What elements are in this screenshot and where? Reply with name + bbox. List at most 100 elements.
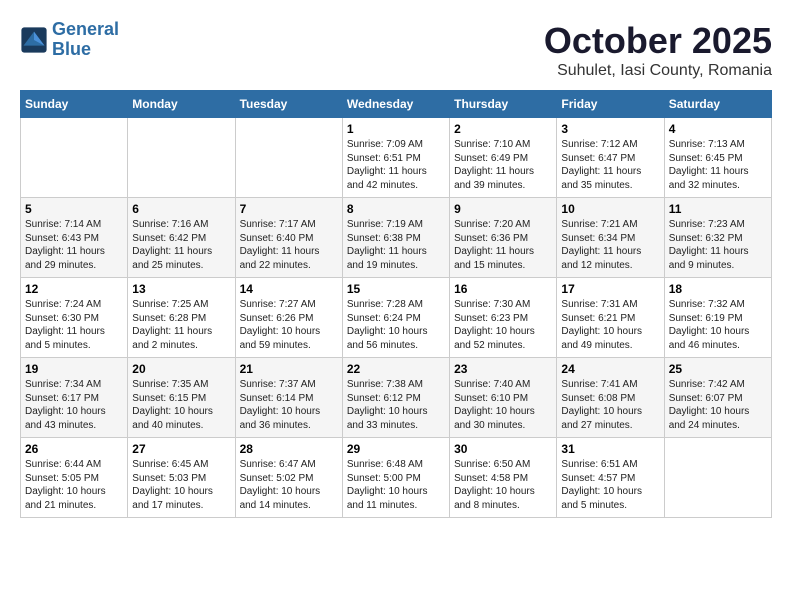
- day-content: Sunrise: 7:24 AM Sunset: 6:30 PM Dayligh…: [25, 298, 123, 352]
- day-number: 11: [669, 202, 767, 216]
- day-content: Sunrise: 7:41 AM Sunset: 6:08 PM Dayligh…: [561, 378, 659, 432]
- day-number: 9: [454, 202, 552, 216]
- day-content: Sunrise: 7:27 AM Sunset: 6:26 PM Dayligh…: [240, 298, 338, 352]
- day-cell-8: 8Sunrise: 7:19 AM Sunset: 6:38 PM Daylig…: [342, 198, 449, 278]
- day-cell-9: 9 Sunrise: 7:20 AM Sunset: 6:36 PM Daylig…: [450, 198, 557, 278]
- day-content: Sunrise: 6:51 AM Sunset: 4:57 PM Dayligh…: [561, 458, 659, 512]
- day-number: 30: [454, 442, 552, 456]
- day-cell-29: 29 Sunrise: 6:48 AM Sunset: 5:00 PM Dayli…: [342, 438, 449, 518]
- day-content: Sunrise: 7:19 AM Sunset: 6:38 PM Dayligh…: [347, 218, 445, 272]
- day-number: 19: [25, 362, 123, 376]
- day-number: 1: [347, 122, 445, 136]
- week-row-1: 1Sunrise: 7:09 AM Sunset: 6:51 PM Daylig…: [21, 118, 772, 198]
- day-content: Sunrise: 7:16 AM Sunset: 6:42 PM Dayligh…: [132, 218, 230, 272]
- day-cell-24: 24 Sunrise: 7:41 AM Sunset: 6:08 PM Dayli…: [557, 358, 664, 438]
- day-content: Sunrise: 6:44 AM Sunset: 5:05 PM Dayligh…: [25, 458, 123, 512]
- day-content: Sunrise: 6:48 AM Sunset: 5:00 PM Dayligh…: [347, 458, 445, 512]
- day-content: Sunrise: 7:13 AM Sunset: 6:45 PM Dayligh…: [669, 138, 767, 192]
- logo-line1: General: [52, 19, 119, 39]
- day-number: 2: [454, 122, 552, 136]
- day-content: Sunrise: 7:17 AM Sunset: 6:40 PM Dayligh…: [240, 218, 338, 272]
- logo-text: General Blue: [52, 20, 119, 60]
- day-number: 28: [240, 442, 338, 456]
- day-cell-5: 5 Sunrise: 7:14 AM Sunset: 6:43 PM Daylig…: [21, 198, 128, 278]
- day-cell-10: 10 Sunrise: 7:21 AM Sunset: 6:34 PM Dayli…: [557, 198, 664, 278]
- day-cell-30: 30 Sunrise: 6:50 AM Sunset: 4:58 PM Dayli…: [450, 438, 557, 518]
- day-number: 14: [240, 282, 338, 296]
- day-content: Sunrise: 7:21 AM Sunset: 6:34 PM Dayligh…: [561, 218, 659, 272]
- day-cell-22: 22 Sunrise: 7:38 AM Sunset: 6:12 PM Dayli…: [342, 358, 449, 438]
- day-cell-12: 12Sunrise: 7:24 AM Sunset: 6:30 PM Dayli…: [21, 278, 128, 358]
- day-number: 7: [240, 202, 338, 216]
- day-cell-23: 23 Sunrise: 7:40 AM Sunset: 6:10 PM Dayli…: [450, 358, 557, 438]
- day-number: 3: [561, 122, 659, 136]
- day-content: Sunrise: 7:37 AM Sunset: 6:14 PM Dayligh…: [240, 378, 338, 432]
- day-number: 6: [132, 202, 230, 216]
- day-cell-15: 15Sunrise: 7:28 AM Sunset: 6:24 PM Dayli…: [342, 278, 449, 358]
- day-content: Sunrise: 6:47 AM Sunset: 5:02 PM Dayligh…: [240, 458, 338, 512]
- day-cell-7: 7 Sunrise: 7:17 AM Sunset: 6:40 PM Daylig…: [235, 198, 342, 278]
- day-content: Sunrise: 7:14 AM Sunset: 6:43 PM Dayligh…: [25, 218, 123, 272]
- weekday-header-thursday: Thursday: [450, 91, 557, 118]
- day-cell-13: 13 Sunrise: 7:25 AM Sunset: 6:28 PM Dayli…: [128, 278, 235, 358]
- week-row-5: 26Sunrise: 6:44 AM Sunset: 5:05 PM Dayli…: [21, 438, 772, 518]
- day-content: Sunrise: 7:12 AM Sunset: 6:47 PM Dayligh…: [561, 138, 659, 192]
- day-content: Sunrise: 7:25 AM Sunset: 6:28 PM Dayligh…: [132, 298, 230, 352]
- day-content: Sunrise: 7:10 AM Sunset: 6:49 PM Dayligh…: [454, 138, 552, 192]
- day-number: 10: [561, 202, 659, 216]
- day-number: 17: [561, 282, 659, 296]
- day-content: Sunrise: 6:45 AM Sunset: 5:03 PM Dayligh…: [132, 458, 230, 512]
- day-cell-1: 1Sunrise: 7:09 AM Sunset: 6:51 PM Daylig…: [342, 118, 449, 198]
- day-number: 22: [347, 362, 445, 376]
- day-content: Sunrise: 7:32 AM Sunset: 6:19 PM Dayligh…: [669, 298, 767, 352]
- day-number: 29: [347, 442, 445, 456]
- week-row-2: 5 Sunrise: 7:14 AM Sunset: 6:43 PM Daylig…: [21, 198, 772, 278]
- title-area: October 2025 Suhulet, Iasi County, Roman…: [544, 20, 772, 80]
- weekday-header-saturday: Saturday: [664, 91, 771, 118]
- empty-cell: [21, 118, 128, 198]
- empty-cell: [664, 438, 771, 518]
- day-content: Sunrise: 7:30 AM Sunset: 6:23 PM Dayligh…: [454, 298, 552, 352]
- subtitle: Suhulet, Iasi County, Romania: [544, 62, 772, 80]
- day-cell-19: 19Sunrise: 7:34 AM Sunset: 6:17 PM Dayli…: [21, 358, 128, 438]
- weekday-header-sunday: Sunday: [21, 91, 128, 118]
- calendar-table: SundayMondayTuesdayWednesdayThursdayFrid…: [20, 90, 772, 518]
- day-content: Sunrise: 7:23 AM Sunset: 6:32 PM Dayligh…: [669, 218, 767, 272]
- day-cell-27: 27 Sunrise: 6:45 AM Sunset: 5:03 PM Dayli…: [128, 438, 235, 518]
- weekday-header-tuesday: Tuesday: [235, 91, 342, 118]
- day-number: 18: [669, 282, 767, 296]
- day-cell-17: 17 Sunrise: 7:31 AM Sunset: 6:21 PM Dayli…: [557, 278, 664, 358]
- day-number: 25: [669, 362, 767, 376]
- page-header: General Blue October 2025 Suhulet, Iasi …: [20, 20, 772, 80]
- day-cell-26: 26Sunrise: 6:44 AM Sunset: 5:05 PM Dayli…: [21, 438, 128, 518]
- day-cell-11: 11 Sunrise: 7:23 AM Sunset: 6:32 PM Dayli…: [664, 198, 771, 278]
- day-content: Sunrise: 7:40 AM Sunset: 6:10 PM Dayligh…: [454, 378, 552, 432]
- logo: General Blue: [20, 20, 119, 60]
- day-cell-20: 20Sunrise: 7:35 AM Sunset: 6:15 PM Dayli…: [128, 358, 235, 438]
- day-cell-6: 6 Sunrise: 7:16 AM Sunset: 6:42 PM Daylig…: [128, 198, 235, 278]
- empty-cell: [235, 118, 342, 198]
- day-content: Sunrise: 7:20 AM Sunset: 6:36 PM Dayligh…: [454, 218, 552, 272]
- day-content: Sunrise: 6:50 AM Sunset: 4:58 PM Dayligh…: [454, 458, 552, 512]
- day-number: 24: [561, 362, 659, 376]
- day-number: 4: [669, 122, 767, 136]
- day-cell-21: 21Sunrise: 7:37 AM Sunset: 6:14 PM Dayli…: [235, 358, 342, 438]
- day-cell-25: 25 Sunrise: 7:42 AM Sunset: 6:07 PM Dayli…: [664, 358, 771, 438]
- day-number: 23: [454, 362, 552, 376]
- day-number: 5: [25, 202, 123, 216]
- day-content: Sunrise: 7:38 AM Sunset: 6:12 PM Dayligh…: [347, 378, 445, 432]
- weekday-header-friday: Friday: [557, 91, 664, 118]
- logo-icon: [20, 26, 48, 54]
- day-content: Sunrise: 7:31 AM Sunset: 6:21 PM Dayligh…: [561, 298, 659, 352]
- day-number: 31: [561, 442, 659, 456]
- day-content: Sunrise: 7:28 AM Sunset: 6:24 PM Dayligh…: [347, 298, 445, 352]
- day-number: 27: [132, 442, 230, 456]
- day-content: Sunrise: 7:42 AM Sunset: 6:07 PM Dayligh…: [669, 378, 767, 432]
- day-number: 13: [132, 282, 230, 296]
- day-number: 16: [454, 282, 552, 296]
- weekday-header-row: SundayMondayTuesdayWednesdayThursdayFrid…: [21, 91, 772, 118]
- day-content: Sunrise: 7:35 AM Sunset: 6:15 PM Dayligh…: [132, 378, 230, 432]
- day-cell-28: 28 Sunrise: 6:47 AM Sunset: 5:02 PM Dayli…: [235, 438, 342, 518]
- weekday-header-monday: Monday: [128, 91, 235, 118]
- day-cell-18: 18 Sunrise: 7:32 AM Sunset: 6:19 PM Dayli…: [664, 278, 771, 358]
